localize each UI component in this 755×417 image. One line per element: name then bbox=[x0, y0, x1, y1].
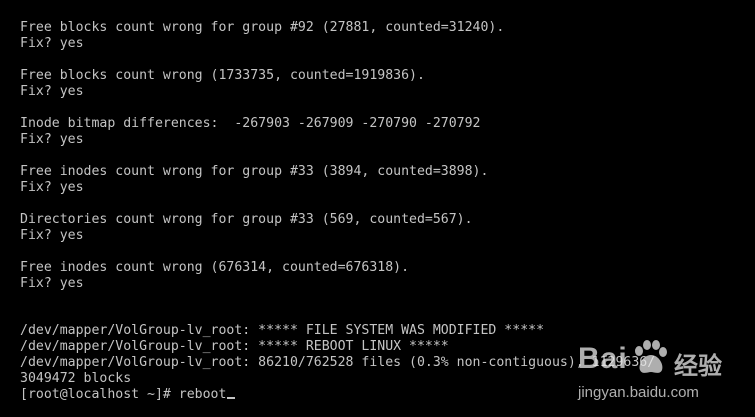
terminal-line: Fix? yes bbox=[20, 276, 84, 291]
terminal-screen[interactable]: Free blocks count wrong for group #92 (2… bbox=[0, 0, 755, 417]
watermark-brand: Bai bbox=[578, 342, 628, 375]
terminal-line: Fix? yes bbox=[20, 36, 84, 51]
command-line[interactable]: [root@localhost ~]# reboot bbox=[20, 387, 236, 403]
command-input[interactable]: reboot bbox=[179, 387, 227, 402]
terminal-line: /dev/mapper/VolGroup-lv_root: ***** REBO… bbox=[20, 339, 449, 354]
terminal-line: Free inodes count wrong for group #33 (3… bbox=[20, 164, 489, 179]
terminal-line: /dev/mapper/VolGroup-lv_root: 86210/7625… bbox=[20, 355, 656, 370]
terminal-line: Free blocks count wrong for group #92 (2… bbox=[20, 20, 505, 35]
watermark-brand-cn: 经验 bbox=[674, 353, 722, 380]
shell-prompt: [root@localhost ~]# bbox=[20, 387, 179, 402]
terminal-line: Free blocks count wrong (1733735, counte… bbox=[20, 68, 425, 83]
watermark-url: jingyan.baidu.com bbox=[578, 384, 699, 401]
terminal-line: Fix? yes bbox=[20, 180, 84, 195]
terminal-line: Fix? yes bbox=[20, 132, 84, 147]
paw-icon bbox=[635, 340, 667, 373]
terminal-line: Free inodes count wrong (676314, counted… bbox=[20, 260, 410, 275]
terminal-line: 3049472 blocks bbox=[20, 371, 132, 386]
terminal-line: Fix? yes bbox=[20, 84, 84, 99]
watermark: Bai 经验 jingyan.baidu.com bbox=[578, 334, 748, 408]
text-cursor bbox=[227, 397, 236, 399]
terminal-line: Fix? yes bbox=[20, 228, 84, 243]
terminal-line: Directories count wrong for group #33 (5… bbox=[20, 212, 473, 227]
terminal-line: /dev/mapper/VolGroup-lv_root: ***** FILE… bbox=[20, 323, 545, 338]
terminal-line: Inode bitmap differences: -267903 -26790… bbox=[20, 116, 481, 131]
